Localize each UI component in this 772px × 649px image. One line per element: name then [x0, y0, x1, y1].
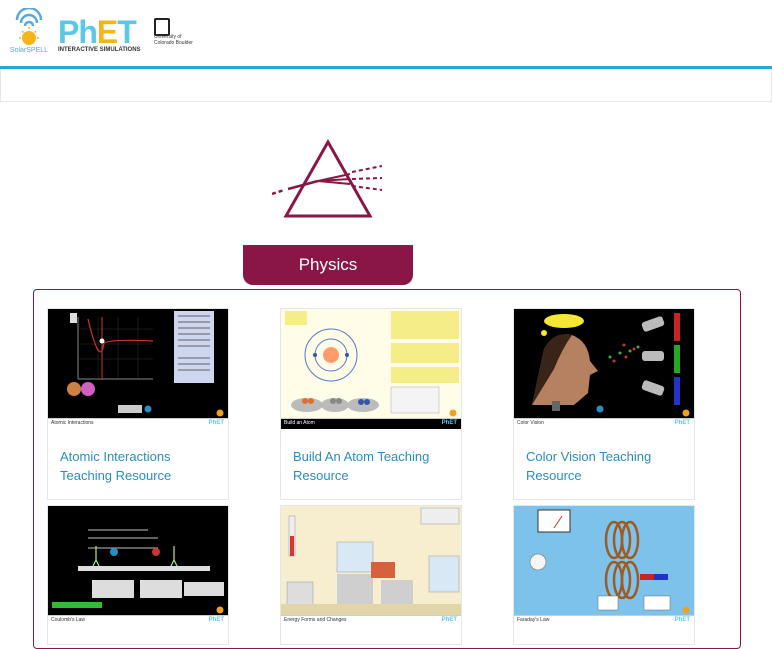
sim-toolbar: Faraday's Law PhET [514, 615, 694, 626]
sim-phet-logo: PhET [441, 420, 457, 426]
solarspell-sun-icon [15, 6, 43, 45]
sim-label: Build an Atom [284, 420, 315, 426]
solarspell-logo[interactable]: SolarSPELL [8, 6, 50, 60]
card-thumbnail[interactable]: Coulomb's Law PhET [48, 506, 228, 626]
resource-card[interactable]: Energy Forms and Changes PhET [280, 505, 462, 645]
card-title-link[interactable]: Color Vision Teaching Resource [514, 429, 694, 485]
sim-phet-logo: PhET [208, 617, 224, 623]
sim-toolbar: Build an Atom PhET [281, 418, 461, 429]
sub-navigation-bar [0, 69, 772, 102]
card-thumbnail[interactable]: Color Vision PhET [514, 309, 694, 429]
sim-phet-logo: PhET [208, 420, 224, 426]
sim-label: Energy Forms and Changes [284, 617, 347, 623]
sim-toolbar: Coulomb's Law PhET [48, 615, 228, 626]
sim-phet-logo: PhET [441, 617, 457, 623]
resource-card[interactable]: Build an Atom PhET Build An Atom Teachin… [280, 308, 462, 500]
category-physics-button[interactable]: Physics [243, 245, 413, 285]
resource-card[interactable]: Color Vision PhET Color Vision Teaching … [513, 308, 695, 500]
sim-phet-logo: PhET [674, 420, 690, 426]
resource-card[interactable]: Atomic Interactions PhET Atomic Interact… [47, 308, 229, 500]
card-title-link[interactable]: Atomic Interactions Teaching Resource [48, 429, 228, 485]
prism-icon [271, 138, 384, 220]
phet-subtitle: INTERACTIVE SIMULATIONS [58, 47, 141, 53]
card-thumbnail[interactable]: Faraday's Law PhET [514, 506, 694, 626]
sim-label: Coulomb's Law [51, 617, 86, 623]
sim-toolbar: Energy Forms and Changes PhET [281, 615, 461, 626]
site-header: SolarSPELL PhET INTERACTIVE SIMULATIONS … [0, 0, 772, 69]
resource-card[interactable]: Faraday's Law PhET [513, 505, 695, 645]
phet-logo[interactable]: PhET INTERACTIVE SIMULATIONS University … [58, 14, 198, 58]
solarspell-label: SolarSPELL [9, 47, 49, 54]
sim-label: Color Vision [517, 420, 544, 426]
sim-label: Atomic Interactions [51, 420, 94, 426]
card-thumbnail[interactable]: Energy Forms and Changes PhET [281, 506, 461, 626]
sim-phet-logo: PhET [674, 617, 690, 623]
phet-wordmark: PhET [58, 14, 137, 50]
resource-card[interactable]: Coulomb's Law PhET [47, 505, 229, 645]
university-text: University of Colorado Boulder [154, 34, 193, 46]
card-thumbnail[interactable]: Build an Atom PhET [281, 309, 461, 429]
card-thumbnail[interactable]: Atomic Interactions PhET [48, 309, 228, 429]
card-title-link[interactable]: Build An Atom Teaching Resource [281, 429, 461, 485]
sim-toolbar: Color Vision PhET [514, 418, 694, 429]
sim-toolbar: Atomic Interactions PhET [48, 418, 228, 429]
sim-label: Faraday's Law [517, 617, 550, 623]
